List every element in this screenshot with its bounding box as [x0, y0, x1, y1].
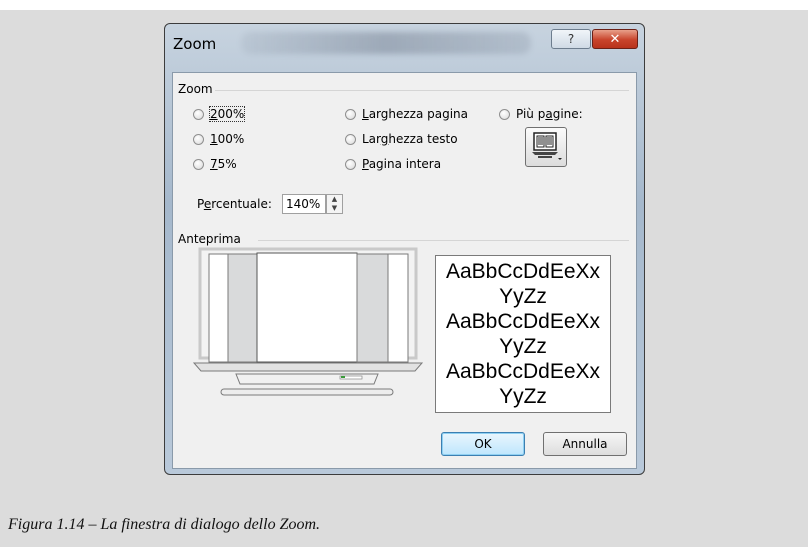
radio-100[interactable]: 100% [193, 132, 244, 146]
title-bar-blur [241, 32, 531, 54]
radio-whole-page-label: Pagina intera [362, 157, 442, 171]
radio-100-label: 100% [210, 132, 245, 146]
monitor-preview [192, 247, 424, 396]
radio-page-width[interactable]: Larghezza pagina [345, 107, 468, 121]
radio-200-label: 200% [208, 106, 246, 122]
dialog-title: Zoom [173, 35, 217, 53]
radio-many-pages[interactable]: Più pagine: [499, 107, 583, 121]
font-sample-preview: AaBbCcDdEeXx YyZz AaBbCcDdEeXx YyZz AaBb… [435, 255, 611, 413]
radio-circle[interactable] [193, 133, 204, 145]
sample-line: YyZz [499, 385, 547, 408]
radio-200[interactable]: 200% [193, 106, 246, 122]
triangle-down-icon[interactable]: ▼ [327, 204, 342, 213]
percent-input[interactable]: 140% [282, 194, 326, 214]
figure-caption: Figura 1.14 – La finestra di dialogo del… [8, 516, 321, 533]
radio-circle[interactable] [345, 108, 356, 120]
radio-circle[interactable] [345, 158, 356, 170]
triangle-up-icon[interactable]: ▲ [327, 195, 342, 204]
question-icon: ? [567, 32, 575, 46]
zoom-dialog: Zoom ? ✕ Zoom 200% 100% 75% Larghezza pa… [164, 23, 645, 475]
sample-line: YyZz [499, 285, 547, 308]
multiple-pages-monitor-icon [532, 132, 562, 160]
group-divider [213, 90, 629, 91]
percent-label: Percentuale: [197, 197, 272, 211]
close-button[interactable]: ✕ [592, 29, 638, 49]
radio-circle[interactable] [193, 158, 204, 170]
radio-whole-page[interactable]: Pagina intera [345, 157, 441, 171]
percent-spinner[interactable]: ▲ ▼ [326, 194, 343, 214]
radio-text-width-label: Larghezza testo [362, 132, 458, 146]
sample-line: AaBbCcDdEeXx [445, 360, 601, 383]
radio-circle[interactable] [499, 108, 510, 120]
ok-button[interactable]: OK [441, 432, 525, 456]
sample-line: YyZz [499, 335, 547, 358]
sample-line: AaBbCcDdEeXx [445, 310, 601, 333]
radio-many-pages-label: Più pagine: [516, 107, 583, 121]
many-pages-button[interactable] [525, 127, 567, 167]
help-button[interactable]: ? [551, 29, 591, 49]
radio-75-label: 75% [210, 157, 237, 171]
radio-circle[interactable] [345, 133, 356, 145]
radio-page-width-label: Larghezza pagina [362, 107, 469, 121]
zoom-group-label: Zoom [178, 82, 215, 96]
radio-circle[interactable] [193, 108, 204, 120]
dialog-client-area: Zoom 200% 100% 75% Larghezza pagina Larg… [172, 72, 637, 469]
cancel-button[interactable]: Annulla [543, 432, 627, 456]
radio-75[interactable]: 75% [193, 157, 237, 171]
radio-200-label-rest: 00% [217, 107, 245, 121]
sample-line: AaBbCcDdEeXx [445, 260, 601, 283]
close-icon: ✕ [609, 31, 621, 47]
radio-text-width[interactable]: Larghezza testo [345, 132, 458, 146]
